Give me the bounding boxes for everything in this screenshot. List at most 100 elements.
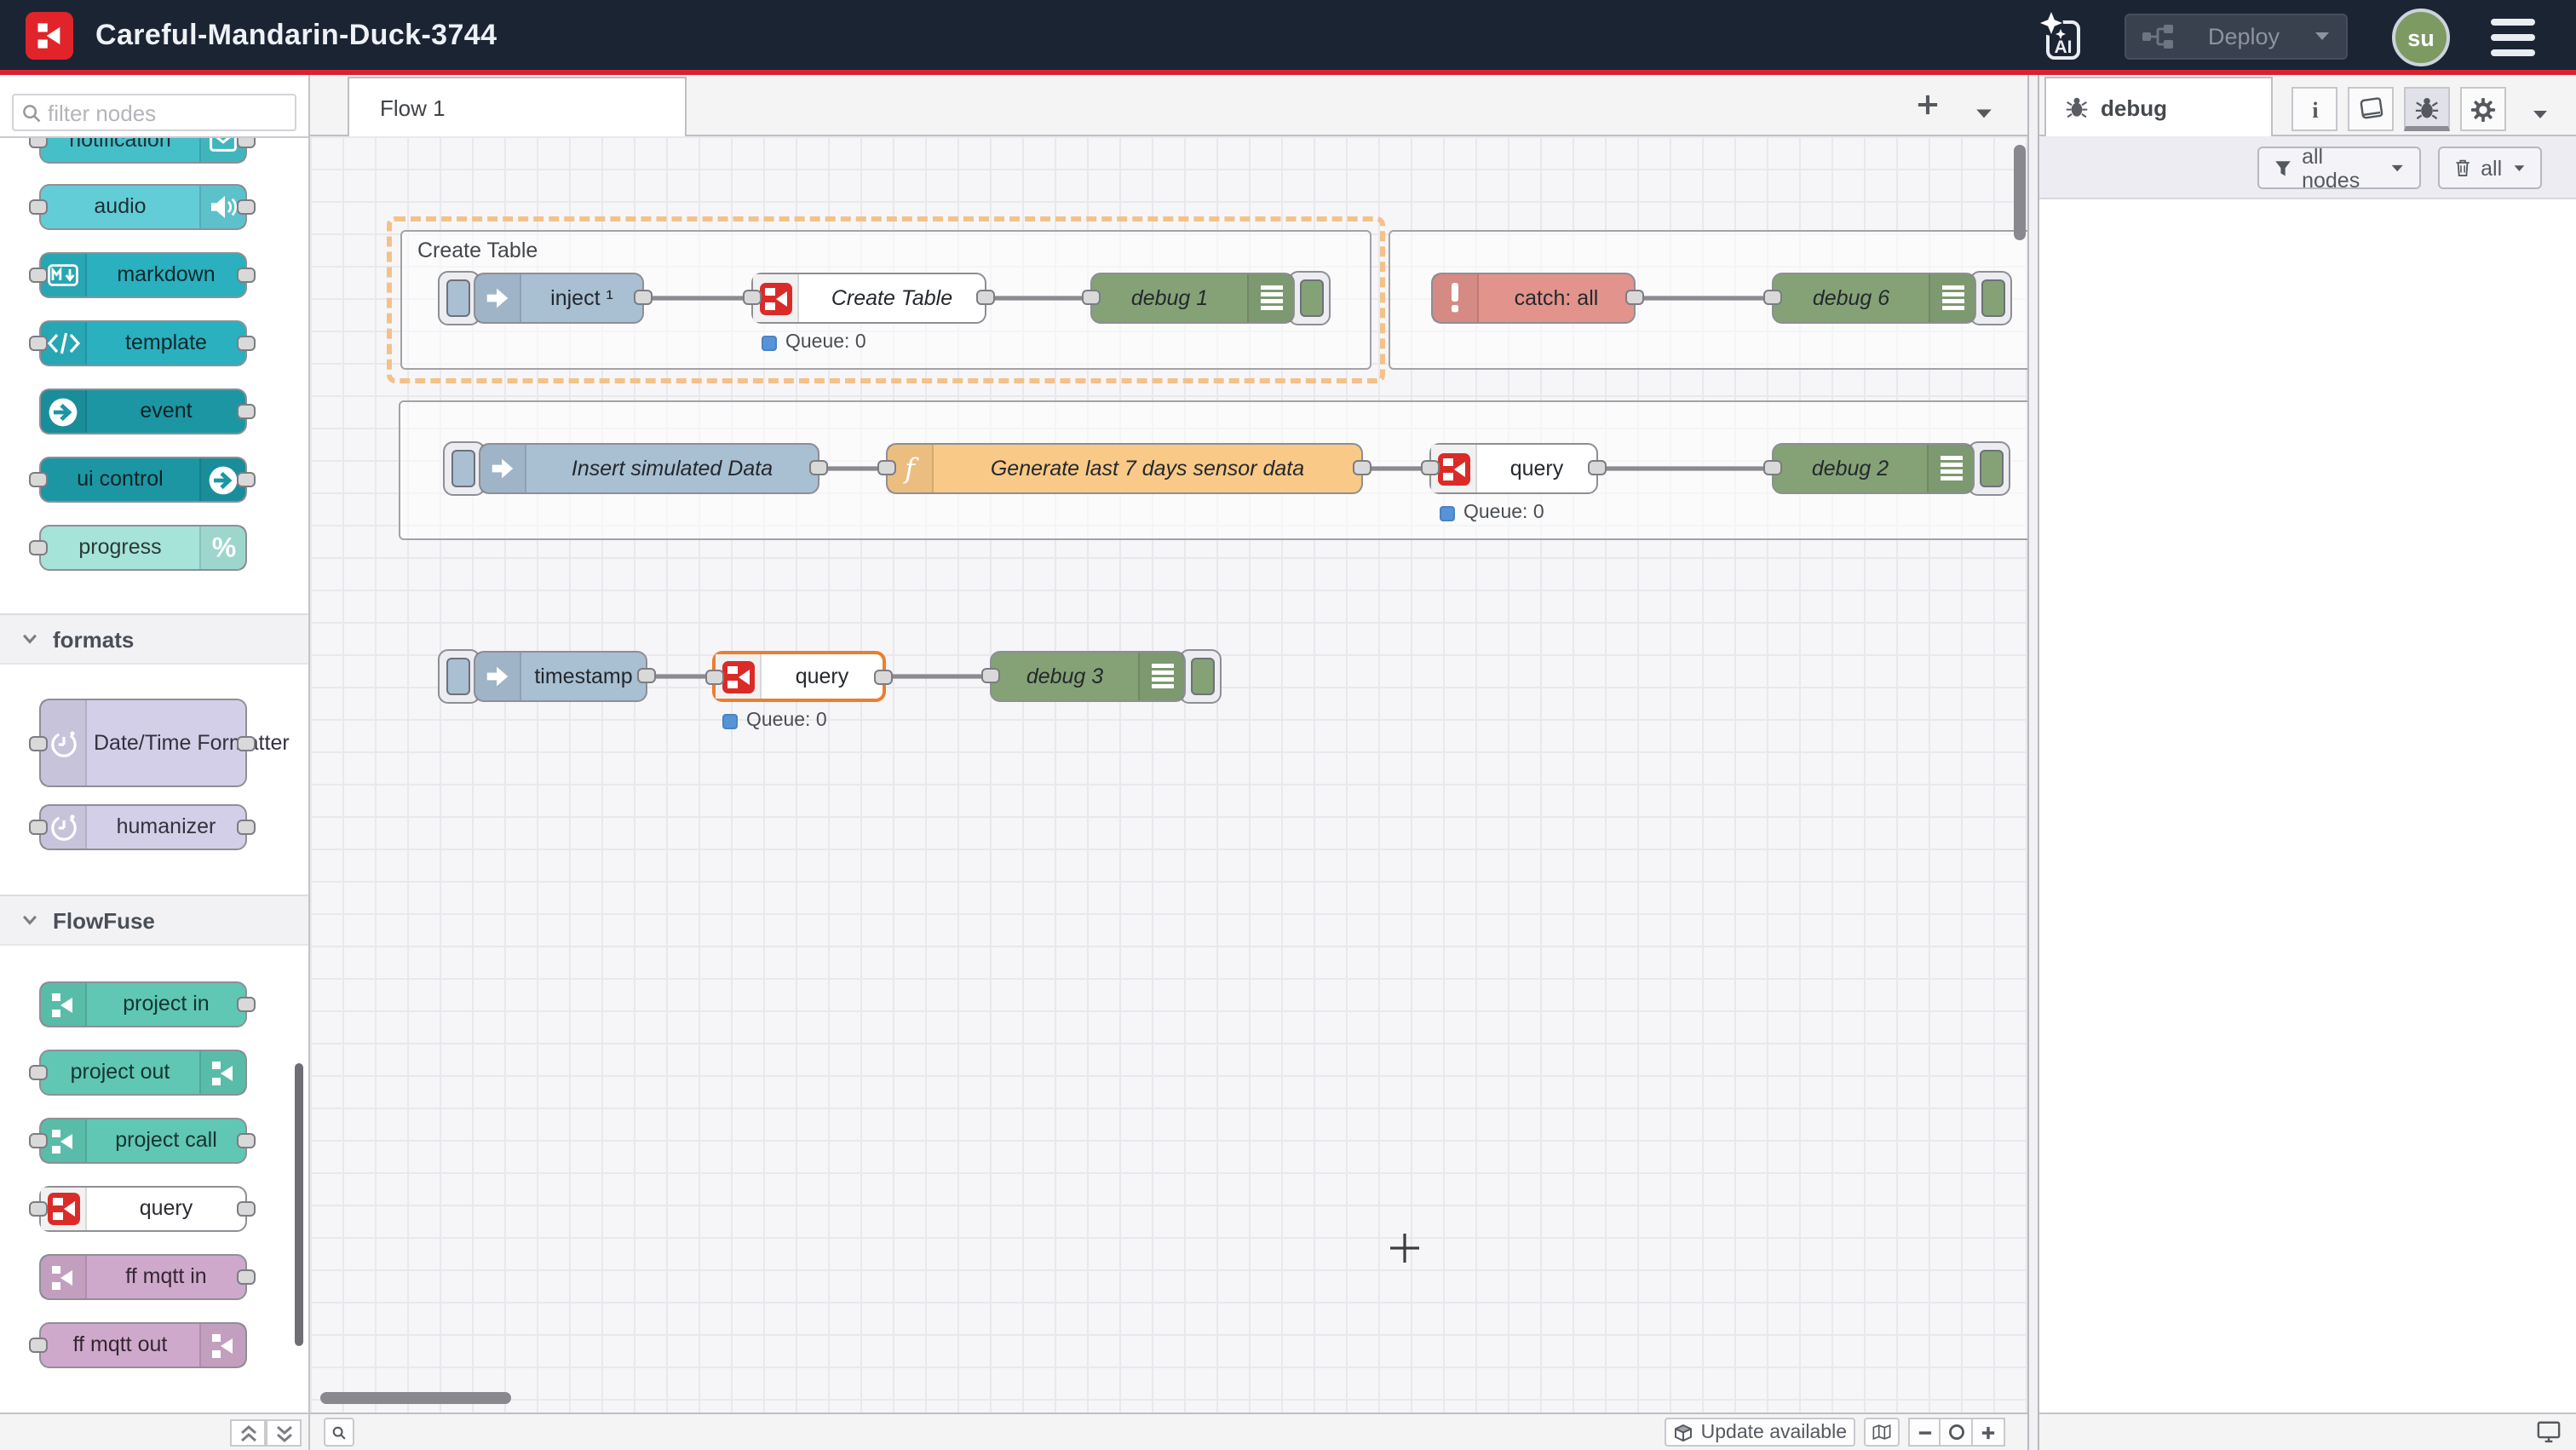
node-output-port[interactable] (1353, 460, 1371, 475)
node-output-port[interactable] (237, 1133, 256, 1148)
node-output-port[interactable] (237, 820, 256, 835)
palette-node-audio[interactable]: audio (39, 184, 247, 230)
user-avatar[interactable]: su (2392, 9, 2450, 66)
node-output-port[interactable] (1625, 290, 1644, 305)
node-output-port[interactable] (237, 472, 256, 487)
node-output-port[interactable] (976, 290, 995, 305)
palette-node-ui-control[interactable]: ui control (39, 457, 247, 503)
node-input-port[interactable] (29, 472, 48, 487)
palette-node-project-call[interactable]: project call (39, 1118, 247, 1164)
debug-clear-button[interactable]: all (2438, 147, 2542, 189)
zoom-out-button[interactable] (1908, 1418, 1941, 1447)
flow-node-timestamp[interactable]: timestamp (474, 651, 647, 702)
palette-filter-input[interactable] (48, 100, 269, 125)
collapse-all-categories-button[interactable] (230, 1419, 266, 1447)
palette-node-progress[interactable]: progress % (39, 525, 247, 571)
palette-node-date-time-formatter[interactable]: Date/Time Formatter (39, 699, 247, 787)
palette-node-ff-mqtt-in[interactable]: ff mqtt in (39, 1254, 247, 1300)
flow-list-button[interactable] (1975, 99, 1993, 129)
flowfuse-logo[interactable] (26, 12, 73, 60)
palette-category-formats[interactable]: formats (0, 613, 308, 665)
flow-node-query-3[interactable]: query (712, 651, 886, 702)
node-input-port[interactable] (705, 670, 724, 685)
info-tab-button[interactable]: i (2291, 87, 2337, 131)
flow-node-debug-1[interactable]: debug 1 (1090, 273, 1295, 324)
flow-node-inject-1[interactable]: inject ¹ (474, 273, 644, 324)
palette-node-query[interactable]: query (39, 1186, 247, 1232)
node-input-port[interactable] (29, 1338, 48, 1353)
navigator-button[interactable] (1864, 1418, 1900, 1447)
open-in-window-button[interactable] (2537, 1421, 2561, 1450)
node-output-port[interactable] (1588, 460, 1607, 475)
deploy-button[interactable]: Deploy (2125, 14, 2348, 60)
main-menu-button[interactable] (2491, 19, 2535, 56)
flow-node-generate-sensor-data[interactable]: fGenerate last 7 days sensor data (886, 443, 1363, 494)
zoom-reset-button[interactable] (1941, 1418, 1973, 1447)
flow-node-catch-all[interactable]: catch: all (1431, 273, 1636, 324)
node-input-port[interactable] (877, 460, 896, 475)
node-output-port[interactable] (237, 138, 256, 148)
node-output-port[interactable] (237, 735, 256, 751)
node-input-port[interactable] (29, 199, 48, 215)
palette-search-box[interactable] (12, 94, 296, 131)
ai-assistant-button[interactable]: AI (2034, 10, 2089, 65)
node-output-port[interactable] (237, 1269, 256, 1285)
palette-node-notification[interactable]: notification (39, 138, 247, 164)
search-flows-button[interactable] (324, 1418, 354, 1447)
palette-node-template[interactable]: template (39, 320, 247, 366)
flow-node-insert-simulated-data[interactable]: Insert simulated Data (479, 443, 819, 494)
node-input-port[interactable] (29, 1133, 48, 1148)
canvas-horizontal-scrollbar[interactable] (320, 1392, 511, 1404)
palette-node-ff-mqtt-out[interactable]: ff mqtt out (39, 1322, 247, 1368)
node-output-port[interactable] (637, 668, 656, 683)
node-input-port[interactable] (29, 268, 48, 283)
sidebar-menu-button[interactable] (2532, 99, 2549, 129)
node-input-port[interactable] (29, 1201, 48, 1217)
node-input-port[interactable] (29, 1065, 48, 1080)
flow-wires[interactable] (310, 136, 2027, 1413)
node-input-port[interactable] (29, 540, 48, 555)
tab-flow-1[interactable]: Flow 1 (348, 77, 687, 136)
palette-node-project-out[interactable]: project out (39, 1050, 247, 1096)
node-output-port[interactable] (809, 460, 828, 475)
expand-all-categories-button[interactable] (266, 1419, 302, 1447)
canvas-vertical-scrollbar[interactable] (2014, 145, 2026, 240)
palette-scrollbar[interactable] (295, 1063, 303, 1346)
sidebar-splitter[interactable] (2027, 75, 2039, 1450)
palette-node-event[interactable]: event (39, 388, 247, 434)
add-flow-button[interactable] (1917, 94, 1939, 124)
palette-node-project-in[interactable]: project in (39, 981, 247, 1027)
flow-node-debug-2[interactable]: debug 2 (1772, 443, 1975, 494)
debug-filter-button[interactable]: all nodes (2257, 147, 2421, 189)
flow-canvas[interactable]: Create Table inject ¹ Create Table Queue… (310, 136, 2027, 1413)
node-input-port[interactable] (981, 668, 1000, 683)
node-output-port[interactable] (237, 404, 256, 419)
zoom-in-button[interactable] (1973, 1418, 2005, 1447)
node-output-port[interactable] (237, 199, 256, 215)
help-tab-button[interactable] (2348, 87, 2394, 131)
node-input-port[interactable] (1763, 460, 1782, 475)
node-output-port[interactable] (237, 268, 256, 283)
node-output-port[interactable] (874, 670, 893, 685)
flow-node-create-table[interactable]: Create Table (751, 273, 986, 324)
node-input-port[interactable] (743, 290, 762, 305)
node-output-port[interactable] (237, 997, 256, 1012)
node-input-port[interactable] (29, 820, 48, 835)
node-input-port[interactable] (1763, 290, 1782, 305)
node-input-port[interactable] (29, 735, 48, 751)
update-available-button[interactable]: Update available (1665, 1418, 1855, 1447)
node-input-port[interactable] (1082, 290, 1101, 305)
config-nodes-tab-button[interactable] (2460, 87, 2506, 131)
node-input-port[interactable] (29, 138, 48, 148)
node-output-port[interactable] (237, 336, 256, 351)
node-output-port[interactable] (237, 1201, 256, 1217)
palette-scroll-area[interactable]: notification audio markdown template eve… (0, 138, 308, 1413)
node-input-port[interactable] (1421, 460, 1440, 475)
flow-node-debug-3[interactable]: debug 3 (990, 651, 1186, 702)
debug-tab-button[interactable] (2404, 87, 2450, 131)
flow-node-query-2[interactable]: query (1429, 443, 1598, 494)
palette-node-humanizer[interactable]: humanizer (39, 804, 247, 850)
palette-node-markdown[interactable]: markdown (39, 252, 247, 298)
palette-category-flowfuse[interactable]: FlowFuse (0, 895, 308, 946)
flow-node-debug-6[interactable]: debug 6 (1772, 273, 1976, 324)
